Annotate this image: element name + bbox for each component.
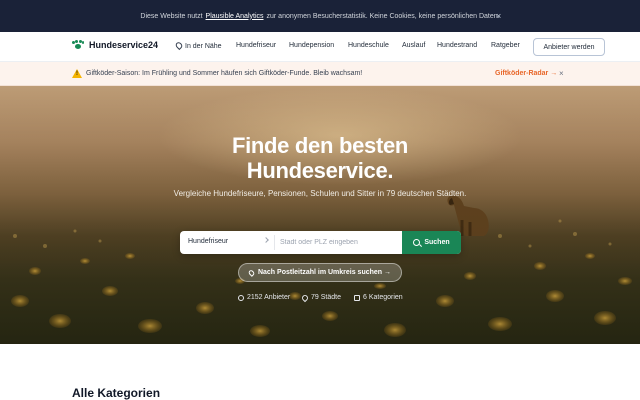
location-pin-icon xyxy=(174,40,184,51)
poison-bait-alert: ! Giftköder-Saison: Im Frühling und Somm… xyxy=(0,62,640,86)
alert-close-button[interactable]: × xyxy=(559,69,564,78)
location-input[interactable] xyxy=(280,235,398,250)
become-provider-button[interactable]: Anbieter werden xyxy=(533,38,605,56)
nav-item-hundeschule[interactable]: Hundeschule xyxy=(348,42,389,49)
nav-item-auslauf[interactable]: Auslauf xyxy=(402,42,425,49)
location-pin-icon xyxy=(300,293,310,302)
check-circle-icon xyxy=(238,294,244,301)
nav-item-in-der-naehe[interactable]: In der Nähe xyxy=(174,40,222,51)
paw-icon xyxy=(72,40,84,50)
grid-icon xyxy=(354,294,360,301)
search-bar: Hundefriseur Suchen xyxy=(180,231,461,254)
category-select[interactable]: Hundefriseur xyxy=(188,238,228,245)
postcode-radius-search-button[interactable]: Nach Postleitzahl im Umkreis suchen → xyxy=(238,263,402,282)
hero-subtitle: Vergleiche Hundefriseure, Pensionen, Sch… xyxy=(173,189,467,198)
brand-name: Hundeservice24 xyxy=(89,40,159,50)
hero-title-line-2: Hundeservice. xyxy=(246,158,394,183)
cookie-text-before: Diese Website nutzt xyxy=(140,12,203,20)
search-button-label: Suchen xyxy=(424,239,450,246)
hero-title: Finde den besten Hundeservice. xyxy=(0,133,640,183)
cookie-text-after: zur anonymen Besucherstatistik. Keine Co… xyxy=(266,12,500,20)
search-button[interactable]: Suchen xyxy=(402,231,461,254)
poison-radar-link[interactable]: Giftköder-Radar → xyxy=(495,70,557,77)
stat-cities: 79 Städte xyxy=(300,293,341,302)
nav-item-ratgeber[interactable]: Ratgeber xyxy=(491,42,520,49)
location-pin-icon xyxy=(247,268,256,277)
warning-icon: ! xyxy=(72,69,82,78)
nav-item-hundestrand[interactable]: Hundestrand xyxy=(437,42,477,49)
stat-categories: 6 Kategorien xyxy=(354,294,403,301)
postcode-search-label: Nach Postleitzahl im Umkreis suchen → xyxy=(257,269,392,276)
nav-item-hundefriseur[interactable]: Hundefriseur xyxy=(236,42,276,49)
plausible-analytics-link[interactable]: Plausible Analytics xyxy=(206,13,264,20)
main-navigation: Hundeservice24 In der Nähe Hundefriseur … xyxy=(0,32,640,62)
cookie-banner: Diese Website nutzt Plausible Analytics … xyxy=(0,0,640,32)
alert-message: Giftköder-Saison: Im Frühling und Sommer… xyxy=(86,70,363,77)
stat-providers: 2152 Anbieter xyxy=(238,294,290,301)
chevron-down-icon[interactable] xyxy=(263,237,269,243)
cookie-close-button[interactable]: × xyxy=(496,11,501,21)
search-icon xyxy=(413,239,421,246)
brand-logo[interactable]: Hundeservice24 xyxy=(72,40,158,50)
search-divider xyxy=(274,235,275,250)
hero-title-line-1: Finde den besten xyxy=(231,133,409,158)
section-title: Alle Kategorien xyxy=(72,386,161,400)
hero-section: Finde den besten Hundeservice. Vergleich… xyxy=(0,86,640,344)
cookie-text: Diese Website nutzt Plausible Analytics … xyxy=(140,13,499,20)
nav-item-hundepension[interactable]: Hundepension xyxy=(289,42,334,49)
